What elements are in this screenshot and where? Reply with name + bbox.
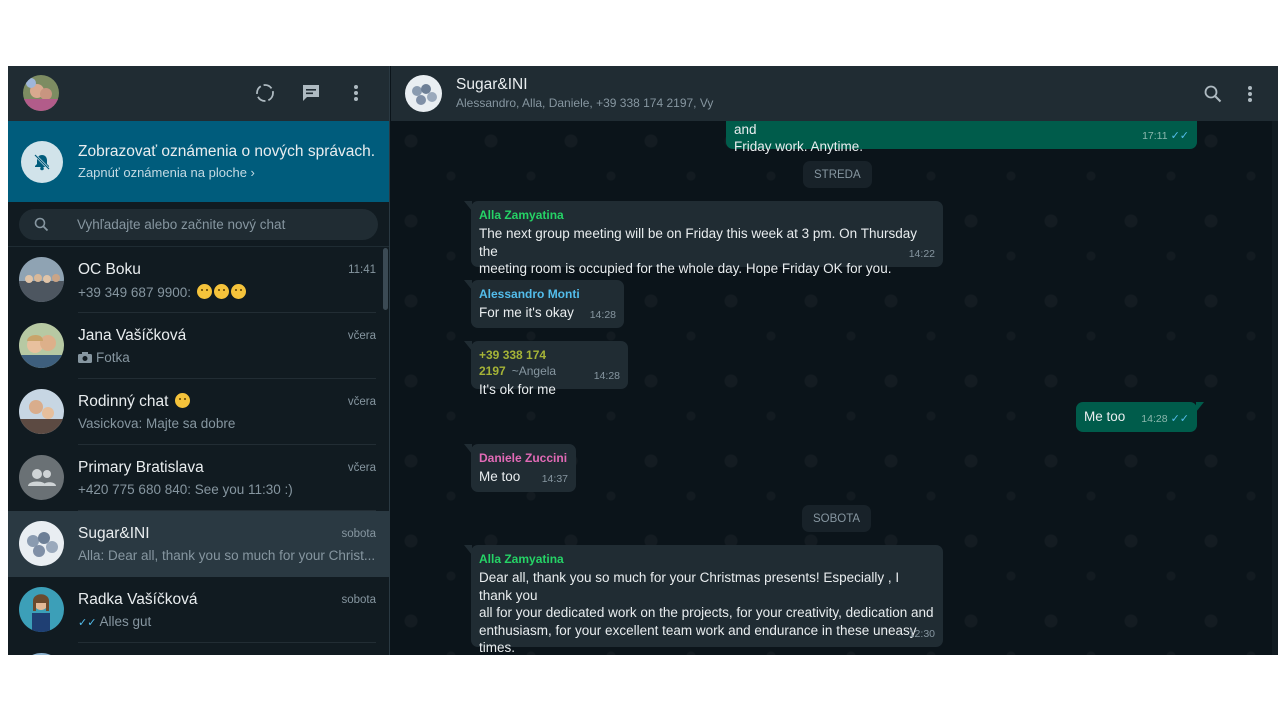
group-members: Alessandro, Alla, Daniele, +39 338 174 2… (456, 96, 714, 110)
chat-pane: Sugar&INI Alessandro, Alla, Daniele, +39… (391, 66, 1278, 655)
group-name: Sugar&INI (456, 76, 528, 93)
message-incoming[interactable]: Daniele Zuccini Me too 14:37 (464, 444, 576, 492)
chat-name: Rodinný chat (78, 393, 190, 411)
my-profile-avatar[interactable] (23, 75, 59, 111)
group-default-avatar (19, 455, 64, 500)
message-time: 12:30 (908, 627, 935, 640)
avatar (19, 587, 64, 632)
notification-banner: Zobrazovať oznámenia o nových správach. … (8, 121, 389, 202)
chat-time: sobota (341, 594, 376, 606)
message-time: 14:37 (541, 472, 568, 485)
chat-preview: +420 775 680 840: See you 11:30 :) (78, 482, 293, 497)
double-check-icon: ✓✓ (1170, 412, 1189, 425)
chat-item-partial[interactable] (8, 643, 389, 655)
avatar (19, 521, 64, 566)
message-time: 14:28 (593, 369, 620, 382)
message-time: 17:11 ✓✓ (1142, 129, 1189, 142)
message-text: The next group meeting will be on Friday… (479, 226, 917, 276)
chat-time: včera (347, 396, 376, 408)
chat-preview: ✓✓ Alles gut (78, 614, 376, 629)
chat-list: OC Boku 11:41 +39 349 687 9900: Jana Vaš… (8, 247, 389, 655)
chat-time: sobota (341, 528, 376, 540)
message-outgoing[interactable]: Me too 14:28 ✓✓ (1076, 402, 1204, 432)
search-box (19, 209, 378, 240)
chat-preview: Vasickova: Majte sa dobre (78, 416, 236, 431)
message-time: 14:28 (589, 308, 616, 321)
chat-preview: Fotka (78, 350, 376, 365)
date-separator: SOBOTA (802, 505, 872, 532)
message-time: 14:28 ✓✓ (1141, 412, 1189, 425)
message-incoming[interactable]: Alla Zamyatina The next group meeting wi… (464, 201, 943, 276)
message-time: 14:22 (908, 247, 935, 260)
preview-text: Alles gut (99, 614, 152, 629)
chat-name: Primary Bratislava (78, 459, 204, 476)
camera-icon (78, 352, 92, 363)
avatar (19, 257, 64, 302)
bell-off-icon (21, 141, 63, 183)
whatsapp-web-window: Zobrazovať oznámenia o nových správach. … (8, 66, 1278, 655)
preview-text: Fotka (96, 350, 130, 365)
chat-name: Radka Vašíčková (78, 591, 198, 608)
sidebar-scrollbar[interactable] (383, 248, 388, 310)
chat-scrollbar[interactable] (1272, 121, 1278, 655)
sender-alias: ~Angela (511, 364, 557, 378)
group-avatar[interactable] (405, 75, 442, 112)
enable-notifications-link[interactable]: Zapnúť oznámenia na ploche › (78, 165, 255, 180)
search-icon[interactable] (34, 217, 49, 237)
crying-emoji-icon (213, 284, 229, 299)
message-incoming[interactable]: Alessandro Monti For me it's okay 14:28 (464, 280, 624, 328)
sender-name: Alla Zamyatina (479, 552, 564, 566)
message-text: Dear all, thank you so much for your Chr… (479, 570, 934, 655)
chat-item-jana[interactable]: Jana Vašíčková včera Fotka (8, 313, 389, 379)
chat-preview: +39 349 687 9900: (78, 284, 376, 300)
sidebar-header (8, 66, 389, 121)
avatar (19, 653, 64, 655)
avatar (19, 389, 64, 434)
message-incoming[interactable]: Alla Zamyatina Dear all, thank you so mu… (464, 545, 943, 655)
message-incoming[interactable]: +39 338 174 2197 ~Angela It's ok for me 1… (464, 341, 628, 397)
search-input[interactable] (77, 209, 367, 240)
chat-time: včera (347, 462, 376, 474)
double-check-icon: ✓✓ (1170, 129, 1189, 142)
message-text: PS for next Thursday - my class got resc… (734, 121, 864, 155)
message-list: PS for next Thursday - my class got resc… (391, 121, 1278, 655)
search-area (8, 202, 389, 247)
notification-title: Zobrazovať oznámenia o nových správach. (78, 143, 376, 160)
date-separator: STREDA (803, 161, 872, 188)
chat-name-text: Rodinný chat (78, 393, 173, 410)
menu-icon[interactable] (344, 81, 368, 105)
smiling-emoji-icon (174, 393, 190, 408)
chat-header[interactable]: Sugar&INI Alessandro, Alla, Daniele, +39… (391, 66, 1278, 121)
double-check-icon: ✓✓ (78, 617, 97, 629)
sidebar: Zobrazovať oznámenia o nových správach. … (8, 66, 390, 655)
search-messages-icon[interactable] (1201, 82, 1225, 106)
crying-emoji-icon (196, 284, 212, 299)
chat-item-oc-boku[interactable]: OC Boku 11:41 +39 349 687 9900: (8, 247, 389, 313)
chat-name: Jana Vašíčková (78, 327, 187, 344)
message-outgoing[interactable]: PS for next Thursday - my class got resc… (726, 121, 1197, 154)
chat-item-primary-bratislava[interactable]: Primary Bratislava včera +420 775 680 84… (8, 445, 389, 511)
chat-menu-icon[interactable] (1238, 82, 1262, 106)
sender-name: Alla Zamyatina (479, 208, 564, 222)
preview-text: +39 349 687 9900: (78, 285, 195, 300)
avatar (19, 323, 64, 368)
chat-time: 11:41 (348, 264, 376, 276)
sender-name: Alessandro Monti (479, 287, 580, 301)
crying-emoji-icon (230, 284, 246, 299)
chat-name: OC Boku (78, 261, 141, 278)
sender-name: Daniele Zuccini (479, 451, 568, 465)
chat-time: včera (347, 330, 376, 342)
chat-item-sugar-ini[interactable]: Sugar&INI sobota Alla: Dear all, thank y… (8, 511, 389, 577)
chat-preview: Alla: Dear all, thank you so much for yo… (78, 548, 376, 563)
chat-name: Sugar&INI (78, 525, 150, 542)
status-icon[interactable] (253, 81, 277, 105)
chat-item-radka[interactable]: Radka Vašíčková sobota ✓✓ Alles gut (8, 577, 389, 643)
chat-item-rodinny-chat[interactable]: Rodinný chat včera Vasickova: Majte sa d… (8, 379, 389, 445)
new-chat-icon[interactable] (299, 81, 323, 105)
